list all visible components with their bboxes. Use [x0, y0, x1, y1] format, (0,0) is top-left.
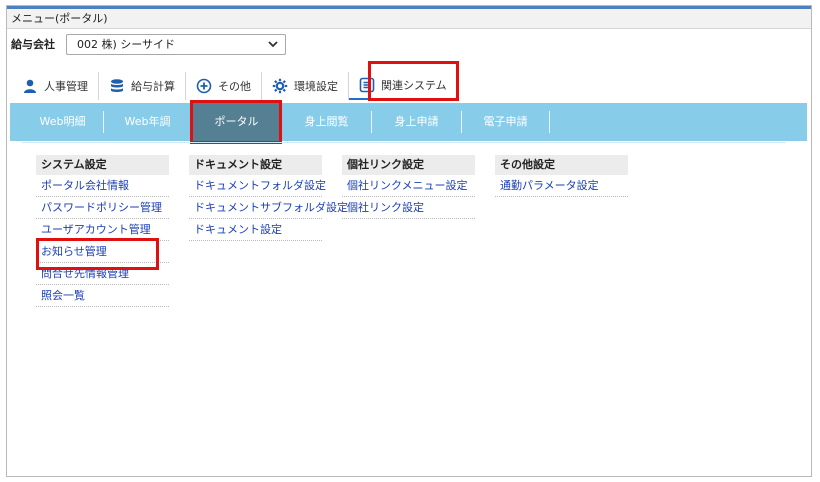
link-commute-parameter[interactable]: 通勤パラメータ設定	[495, 175, 628, 197]
menu-head-document: ドキュメント設定	[189, 155, 322, 175]
link-company-link-menu[interactable]: 個社リンクメニュー設定	[342, 175, 475, 197]
menu-head-other: その他設定	[495, 155, 628, 175]
link-contact-info[interactable]: 問合せ先情報管理	[36, 263, 169, 285]
link-inquiry-list[interactable]: 照会一覧	[36, 285, 169, 307]
plus-circle-icon	[196, 78, 212, 94]
tab-environment-label: 環境設定	[294, 80, 338, 93]
company-label: 給与会社	[11, 38, 55, 51]
gear-icon	[272, 78, 288, 94]
tab-environment[interactable]: 環境設定	[262, 72, 349, 100]
nav-profile-request[interactable]: 身上申請	[372, 111, 462, 133]
link-document-subfolder[interactable]: ドキュメントサブフォルダ設定	[189, 197, 348, 219]
tab-other[interactable]: その他	[186, 72, 262, 100]
tab-payroll[interactable]: 給与計算	[99, 72, 186, 100]
top-tabs: 人事管理 給与計算 その他 環境設定 関連システム	[12, 70, 457, 102]
chevron-down-icon	[268, 41, 278, 48]
tab-related-systems[interactable]: 関連システム	[349, 72, 457, 100]
nav-e-application[interactable]: 電子申請	[462, 111, 550, 133]
company-row: 給与会社 002 株) シーサイド	[11, 33, 286, 55]
link-portal-company-info[interactable]: ポータル会社情報	[36, 175, 169, 197]
company-select-value: 002 株) シーサイド	[77, 38, 176, 51]
tab-other-label: その他	[218, 80, 251, 93]
menu-col-link: 個社リンク設定 個社リンクメニュー設定 個社リンク設定	[342, 155, 475, 307]
tab-related-systems-label: 関連システム	[381, 79, 447, 92]
window-title: メニュー(ポータル)	[7, 9, 811, 29]
nav-web-year-end[interactable]: Web年調	[104, 111, 192, 133]
nav-divider	[22, 142, 786, 143]
menu-col-document: ドキュメント設定 ドキュメントフォルダ設定 ドキュメントサブフォルダ設定 ドキュ…	[189, 155, 348, 307]
tab-personnel-label: 人事管理	[44, 80, 88, 93]
menu-head-system: システム設定	[36, 155, 169, 175]
tab-payroll-label: 給与計算	[131, 80, 175, 93]
person-icon	[24, 79, 36, 93]
link-user-account[interactable]: ユーザアカウント管理	[36, 219, 169, 241]
link-document-folder[interactable]: ドキュメントフォルダ設定	[189, 175, 326, 197]
tab-personnel[interactable]: 人事管理	[12, 72, 99, 100]
menu-head-link: 個社リンク設定	[342, 155, 475, 175]
link-password-policy[interactable]: パスワードポリシー管理	[36, 197, 169, 219]
link-document-settings[interactable]: ドキュメント設定	[189, 219, 322, 241]
link-notice-management[interactable]: お知らせ管理	[36, 241, 169, 263]
nav-portal[interactable]: ポータル	[192, 103, 282, 141]
link-company-link-settings[interactable]: 個社リンク設定	[342, 197, 475, 219]
menu-columns: システム設定 ポータル会社情報 パスワードポリシー管理 ユーザアカウント管理 お…	[36, 155, 648, 307]
list-document-icon	[359, 77, 375, 93]
nav-profile-view[interactable]: 身上閲覧	[282, 111, 372, 133]
nav-web-payslip[interactable]: Web明細	[22, 111, 104, 133]
portal-nav-bar: Web明細 Web年調 ポータル 身上閲覧 身上申請 電子申請	[10, 103, 807, 141]
company-select[interactable]: 002 株) シーサイド	[66, 33, 286, 55]
database-icon	[111, 79, 123, 92]
menu-col-system: システム設定 ポータル会社情報 パスワードポリシー管理 ユーザアカウント管理 お…	[36, 155, 169, 307]
menu-col-other: その他設定 通勤パラメータ設定	[495, 155, 628, 307]
